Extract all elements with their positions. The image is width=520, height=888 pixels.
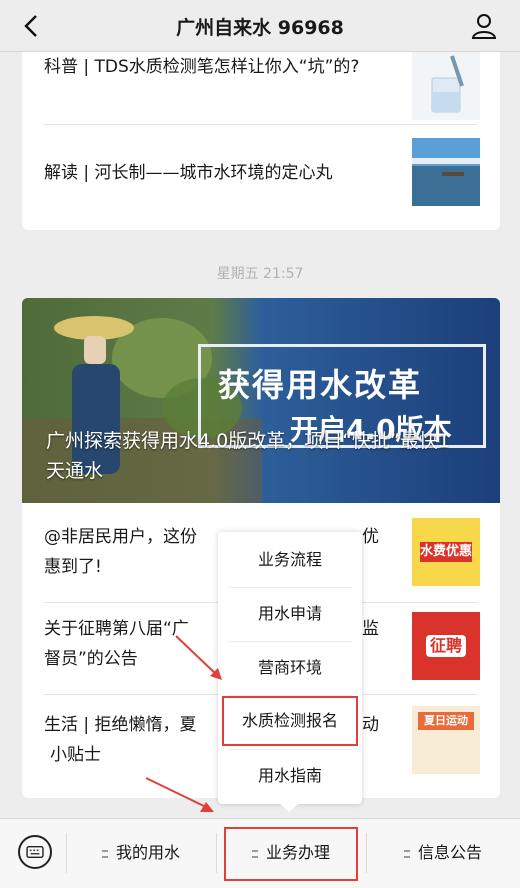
article-item[interactable]: 科普 | TDS水质检测笔怎样让你入“坑”的?: [44, 52, 480, 138]
profile-icon[interactable]: [470, 12, 498, 40]
menu-lines-icon: [251, 849, 258, 858]
menu-lines-icon: [403, 849, 410, 858]
menu-item-business-environment[interactable]: 营商环境: [218, 642, 362, 694]
menu-caret: [280, 804, 298, 812]
thumbnail-text: 夏日运动: [418, 712, 474, 730]
tab-my-water[interactable]: 我的用水: [66, 819, 216, 888]
menu-item-business-process[interactable]: 业务流程: [218, 534, 362, 586]
tab-business-handling[interactable]: 业务办理: [216, 819, 366, 888]
river-thumbnail: [412, 138, 480, 206]
page-title: 广州自来水 96968: [176, 17, 344, 39]
article-item[interactable]: 解读 | 河长制——城市水环境的定心丸: [44, 138, 480, 218]
discount-thumbnail: 水费优惠: [412, 518, 480, 586]
article-card-previous: 科普 | TDS水质检测笔怎样让你入“坑”的? 解读 | 河长制——城市水环境的…: [22, 52, 500, 230]
recruitment-thumbnail: 征聘: [412, 612, 480, 680]
divider: [44, 124, 478, 125]
hero-overlay-line1: 获得用水改革: [218, 366, 423, 404]
tab-information-notices[interactable]: 信息公告: [366, 819, 520, 888]
menu-item-water-application[interactable]: 用水申请: [218, 588, 362, 640]
business-popup-menu: 业务流程 用水申请 营商环境 水质检测报名 用水指南: [218, 532, 362, 812]
article-title: 科普 | TDS水质检测笔怎样让你入“坑”的?: [44, 57, 360, 77]
menu-item-water-guide[interactable]: 用水指南: [218, 750, 362, 802]
thumbnail-text: 征聘: [426, 635, 466, 657]
message-timestamp: 星期五 21:57: [216, 266, 304, 282]
menu-lines-icon: [101, 849, 108, 858]
water-glass-thumbnail: [412, 52, 480, 120]
article-title: 解读 | 河长制——城市水环境的定心丸: [44, 163, 333, 183]
menu-item-water-quality-test-signup[interactable]: 水质检测报名: [218, 692, 362, 750]
bottom-menu-bar: 我的用水 业务办理 信息公告: [0, 818, 520, 888]
thumbnail-text: 水费优惠: [420, 542, 472, 562]
hero-article-title: 广州探索获得用水4.0版改革，项目“快批”最快1天通水: [46, 430, 450, 482]
top-navigation-bar: 广州自来水 96968: [0, 0, 520, 52]
keyboard-icon[interactable]: [18, 835, 52, 869]
summer-exercise-thumbnail: 夏日运动: [412, 706, 480, 774]
hero-article[interactable]: 获得用水改革 开启4.0版本 广州探索获得用水4.0版改革，项目“快批”最快1天…: [22, 298, 500, 503]
